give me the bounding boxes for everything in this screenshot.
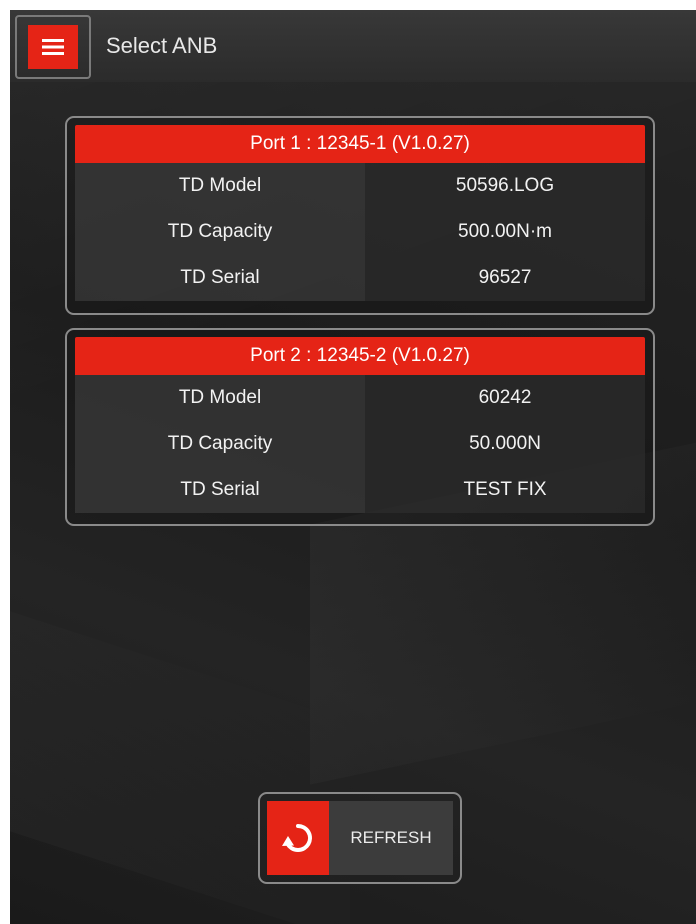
menu-button-face[interactable] — [28, 25, 78, 69]
hamburger-menu-icon — [42, 39, 64, 55]
td-model-value: 60242 — [365, 375, 645, 421]
refresh-button[interactable]: REFRESH — [258, 792, 462, 884]
td-serial-value: 96527 — [365, 255, 645, 301]
refresh-icon — [282, 824, 312, 852]
td-model-label: TD Model — [75, 375, 365, 421]
td-model-value: 50596.LOG — [365, 163, 645, 209]
refresh-label[interactable]: REFRESH — [329, 801, 453, 875]
td-model-row: TD Model 60242 — [75, 375, 645, 421]
td-model-row: TD Model 50596.LOG — [75, 163, 645, 209]
td-serial-row: TD Serial 96527 — [75, 255, 645, 301]
app-screen: Select ANB Port 1 : 12345-1 (V1.0.27) TD… — [10, 10, 696, 924]
port-card-1[interactable]: Port 1 : 12345-1 (V1.0.27) TD Model 5059… — [65, 116, 655, 315]
port-title: Port 2 : 12345-2 (V1.0.27) — [75, 337, 645, 375]
refresh-button-face[interactable]: REFRESH — [267, 801, 453, 875]
td-serial-label: TD Serial — [75, 467, 365, 513]
td-capacity-value: 50.000N — [365, 421, 645, 467]
td-serial-value: TEST FIX — [365, 467, 645, 513]
page-title: Select ANB — [106, 33, 218, 58]
td-serial-row: TD Serial TEST FIX — [75, 467, 645, 513]
td-serial-label: TD Serial — [75, 255, 365, 301]
td-capacity-row: TD Capacity 50.000N — [75, 421, 645, 467]
port-title: Port 1 : 12345-1 (V1.0.27) — [75, 125, 645, 163]
port-card-2[interactable]: Port 2 : 12345-2 (V1.0.27) TD Model 6024… — [65, 328, 655, 526]
td-capacity-row: TD Capacity 500.00N·m — [75, 209, 645, 255]
refresh-icon-box[interactable] — [267, 801, 329, 875]
td-capacity-value: 500.00N·m — [365, 209, 645, 255]
menu-button[interactable] — [15, 15, 91, 79]
header-bar: Select ANB — [10, 10, 696, 82]
td-capacity-label: TD Capacity — [75, 209, 365, 255]
td-capacity-label: TD Capacity — [75, 421, 365, 467]
td-model-label: TD Model — [75, 163, 365, 209]
